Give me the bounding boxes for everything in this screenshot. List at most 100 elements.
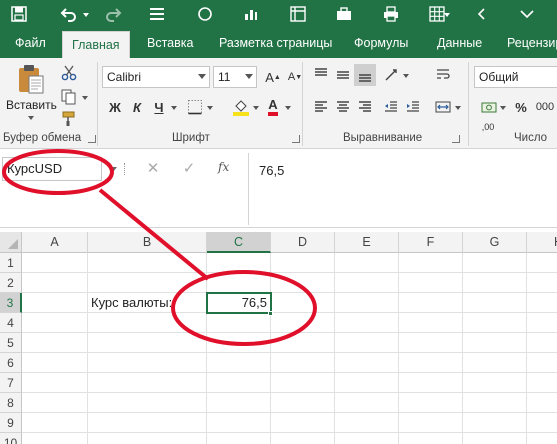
- active-cell-c3[interactable]: 76,5: [206, 292, 272, 314]
- column-header-selected[interactable]: C: [207, 232, 271, 253]
- percent-format-icon[interactable]: %: [510, 96, 532, 118]
- grip-handle[interactable]: [124, 163, 126, 175]
- clipboard-launcher-icon[interactable]: [88, 135, 96, 143]
- column-header[interactable]: F: [399, 232, 463, 253]
- row-header[interactable]: 6: [0, 353, 22, 373]
- align-right-icon[interactable]: [354, 96, 376, 118]
- cell-b3[interactable]: Курс валюты:: [91, 293, 172, 313]
- column-header[interactable]: D: [271, 232, 335, 253]
- font-size-combo[interactable]: 11: [213, 66, 257, 88]
- font-name-combo[interactable]: Calibri: [102, 66, 210, 88]
- row-header[interactable]: 2: [0, 273, 22, 293]
- gridline: [22, 432, 557, 433]
- fill-color-icon[interactable]: [230, 96, 252, 118]
- toggle-icon[interactable]: [516, 3, 538, 25]
- merge-dropdown-icon[interactable]: [455, 106, 461, 110]
- row-header-selected[interactable]: 3: [0, 293, 22, 313]
- tab-insert[interactable]: Вставка: [138, 28, 202, 58]
- row-header[interactable]: 5: [0, 333, 22, 353]
- orientation-icon[interactable]: [380, 64, 402, 86]
- thousands-format-icon[interactable]: 000: [534, 96, 556, 118]
- wrap-text-icon[interactable]: [432, 64, 454, 86]
- column-header[interactable]: H: [527, 232, 557, 253]
- fill-handle[interactable]: [268, 311, 273, 316]
- tab-file[interactable]: Файл: [6, 28, 55, 58]
- tab-home[interactable]: Главная: [62, 31, 130, 58]
- briefcase-icon[interactable]: [333, 3, 355, 25]
- name-box-dropdown-icon[interactable]: [109, 167, 117, 172]
- borders-icon[interactable]: [184, 96, 206, 118]
- copy-icon[interactable]: [58, 86, 80, 108]
- group-separator: [97, 62, 98, 146]
- tab-page-layout[interactable]: Разметка страницы: [210, 28, 341, 58]
- align-left-icon[interactable]: [310, 96, 332, 118]
- form-icon[interactable]: [146, 3, 168, 25]
- tab-data[interactable]: Данные: [428, 28, 491, 58]
- currency-format-icon[interactable]: [478, 96, 500, 118]
- column-header[interactable]: B: [88, 232, 207, 253]
- decrease-indent-icon[interactable]: [380, 96, 402, 118]
- paste-dropdown-icon[interactable]: [28, 116, 34, 120]
- align-bottom-icon[interactable]: [354, 64, 376, 86]
- align-top-icon[interactable]: [310, 64, 332, 86]
- tab-review[interactable]: Рецензиро: [498, 28, 557, 58]
- cut-icon[interactable]: [58, 62, 80, 84]
- row-header[interactable]: 8: [0, 393, 22, 413]
- format-painter-icon[interactable]: [58, 108, 80, 130]
- chevron-down-icon: [198, 74, 206, 79]
- row-header[interactable]: 1: [0, 253, 22, 273]
- merge-center-icon[interactable]: [432, 96, 454, 118]
- column-header[interactable]: G: [463, 232, 527, 253]
- column-header[interactable]: A: [22, 232, 88, 253]
- tab-formulas[interactable]: Формулы: [345, 28, 417, 58]
- alignment-launcher-icon[interactable]: [452, 135, 460, 143]
- enter-icon[interactable]: ✓: [178, 159, 200, 179]
- paste-button-label[interactable]: Вставить: [6, 98, 57, 112]
- number-format-combo[interactable]: Общий: [474, 66, 557, 88]
- increase-decimal-icon[interactable]: ,00: [478, 120, 498, 134]
- quick-access-toolbar: [0, 0, 557, 28]
- row-header[interactable]: 10: [0, 433, 22, 444]
- table-dropdown-icon[interactable]: [444, 13, 450, 17]
- row-header[interactable]: 4: [0, 313, 22, 333]
- fill-color-dropdown-icon[interactable]: [253, 106, 259, 110]
- pivot-icon[interactable]: [287, 3, 309, 25]
- shape-icon[interactable]: [194, 3, 216, 25]
- font-color-dropdown-icon[interactable]: [285, 106, 291, 110]
- name-box[interactable]: КурсUSD: [2, 157, 102, 181]
- copy-dropdown-icon[interactable]: [82, 96, 88, 100]
- bold-button[interactable]: Ж: [104, 96, 126, 118]
- chart-icon[interactable]: [240, 3, 262, 25]
- gridline: [462, 253, 463, 444]
- align-middle-icon[interactable]: [332, 64, 354, 86]
- redo-icon[interactable]: [102, 3, 124, 25]
- ribbon: Вставить Буфер обмена Calibri 11 A ▲ A ▼ Ж…: [0, 58, 557, 149]
- cancel-icon[interactable]: ✕: [142, 159, 164, 179]
- undo-icon[interactable]: [58, 3, 80, 25]
- orientation-dropdown-icon[interactable]: [403, 74, 409, 78]
- row-header[interactable]: 7: [0, 373, 22, 393]
- borders-dropdown-icon[interactable]: [207, 106, 213, 110]
- save-icon[interactable]: [8, 3, 30, 25]
- align-center-icon[interactable]: [332, 96, 354, 118]
- undo-dropdown-icon[interactable]: [83, 13, 89, 17]
- gridline: [398, 253, 399, 444]
- increase-font-icon[interactable]: A ▲: [262, 66, 284, 88]
- font-color-icon[interactable]: A: [262, 96, 284, 118]
- underline-dropdown-icon[interactable]: [171, 106, 177, 110]
- insert-function-icon[interactable]: fx: [218, 160, 229, 174]
- currency-dropdown-icon[interactable]: [500, 106, 506, 110]
- increase-indent-icon[interactable]: [402, 96, 424, 118]
- column-header[interactable]: E: [335, 232, 399, 253]
- italic-button[interactable]: К: [126, 96, 148, 118]
- select-all-button[interactable]: [0, 232, 22, 253]
- formula-input[interactable]: 76,5: [248, 153, 557, 225]
- gridline: [22, 412, 557, 413]
- print-icon[interactable]: [380, 3, 402, 25]
- underline-button[interactable]: Ч: [148, 96, 170, 118]
- chevron-left-icon[interactable]: [470, 3, 492, 25]
- row-header[interactable]: 9: [0, 413, 22, 433]
- gridline: [87, 253, 88, 444]
- paste-icon[interactable]: [14, 62, 48, 96]
- font-launcher-icon[interactable]: [292, 135, 300, 143]
